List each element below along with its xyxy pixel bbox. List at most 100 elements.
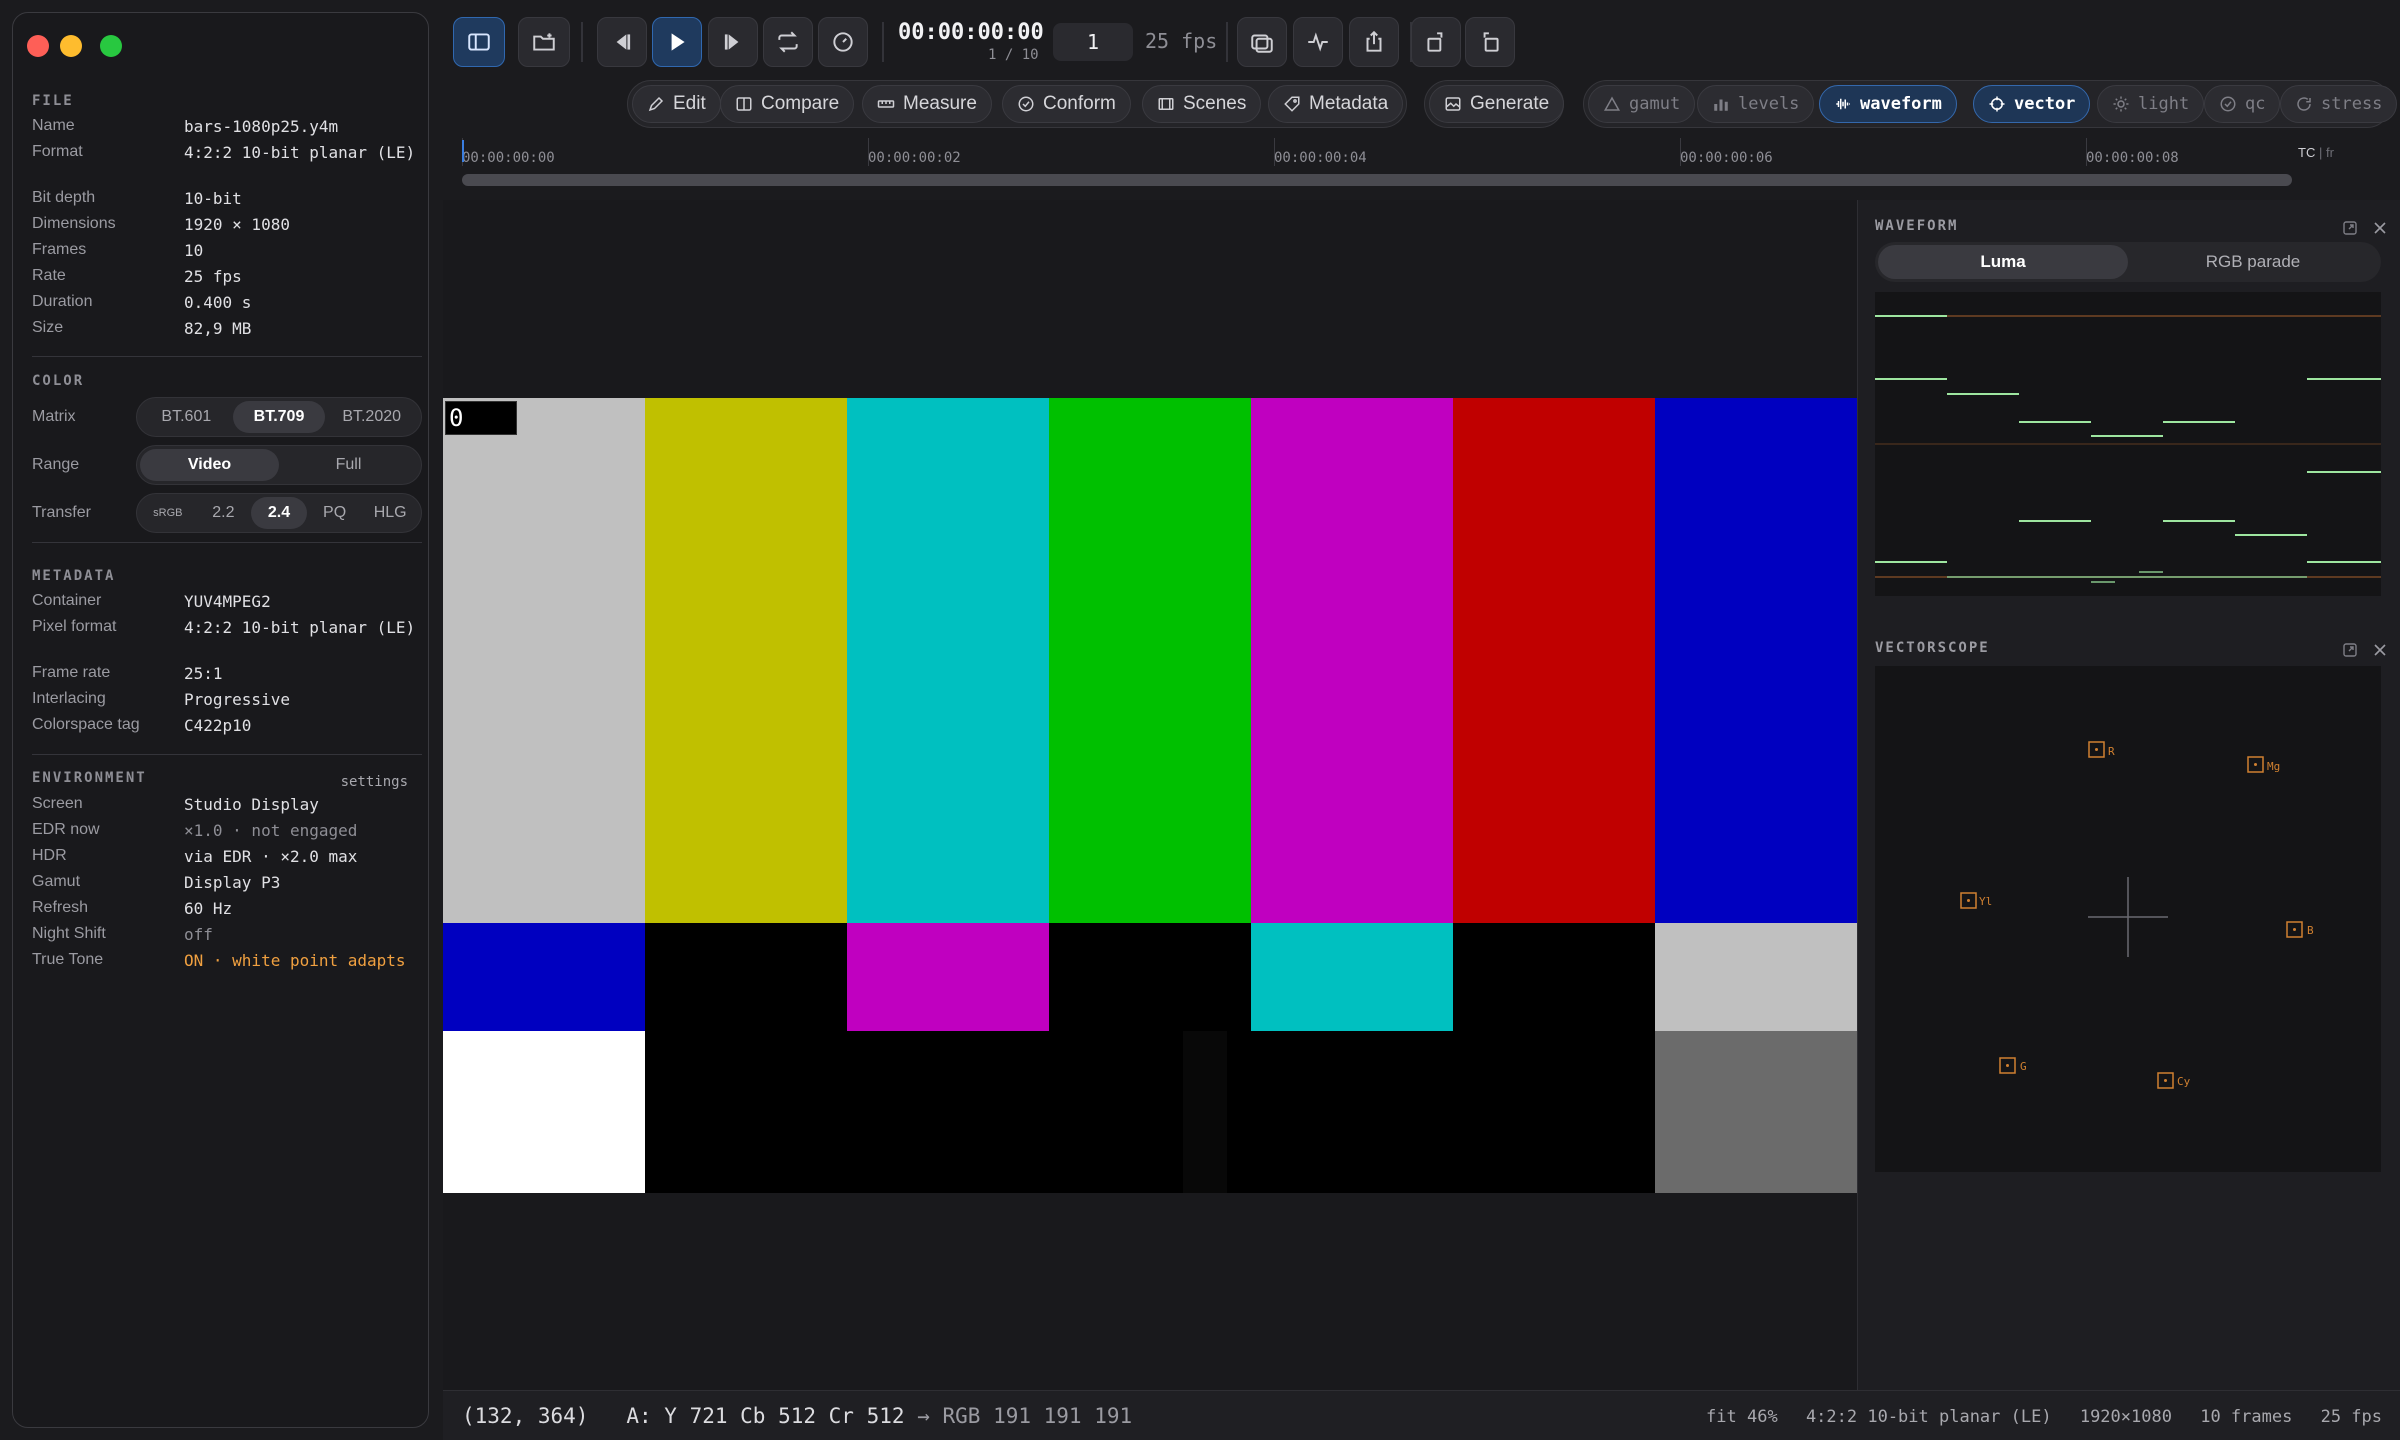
range-option-video[interactable]: Video [140, 449, 279, 481]
rotate-right-button[interactable] [1411, 17, 1461, 67]
compare-tab-label: Compare [761, 93, 840, 114]
frames-mode[interactable]: fr [2326, 145, 2334, 160]
toolbar-separator [1226, 22, 1228, 62]
transfer-option-pq[interactable]: PQ [307, 497, 363, 529]
metadata-row-value: Progressive [184, 690, 290, 709]
transfer-option-srgb[interactable]: sRGB [140, 497, 196, 529]
vectorscope-close-button[interactable] [2370, 640, 2390, 660]
play-button[interactable] [652, 17, 702, 67]
playhead[interactable] [462, 140, 464, 162]
matrix-option-bt2020[interactable]: BT.2020 [325, 401, 418, 433]
transfer-option-2-4[interactable]: 2.4 [251, 497, 307, 529]
waveform-mode-luma[interactable]: Luma [1878, 245, 2128, 279]
video-frame[interactable]: 0 [443, 398, 1857, 1193]
color-bar [1049, 923, 1252, 1031]
compare-tab[interactable]: Compare [720, 85, 855, 123]
file-row: Bit depth 10-bit [32, 189, 422, 215]
matrix-option-bt601[interactable]: BT.601 [140, 401, 233, 433]
measure-tab[interactable]: Measure [862, 85, 992, 123]
overlays-group: gamut levels waveform vector light qc st… [1583, 80, 2398, 128]
target-b: B [2286, 921, 2314, 938]
step-forward-icon [724, 34, 739, 50]
zoom-window-button[interactable] [100, 35, 122, 57]
environment-settings-link[interactable]: settings [341, 774, 408, 790]
vector-toggle[interactable]: vector [1973, 85, 2091, 123]
share-button[interactable] [1349, 17, 1399, 67]
sun-icon [2113, 96, 2129, 112]
compare-view-button[interactable] [1237, 17, 1287, 67]
rotate-left-icon [1483, 32, 1499, 52]
range-option-full[interactable]: Full [279, 449, 418, 481]
status-info: fit 46% 4:2:2 10-bit planar (LE) 1920×10… [1688, 1407, 2382, 1427]
rotate-left-button[interactable] [1465, 17, 1515, 67]
sidebar-toggle-button[interactable] [453, 17, 505, 67]
edit-tab[interactable]: Edit [632, 85, 721, 123]
frame-number-field[interactable]: 1 [1053, 23, 1133, 61]
luma-traces [1875, 315, 2381, 583]
range-control: Range Video Full [32, 445, 422, 485]
section-divider [32, 356, 422, 357]
transfer-option-2-2[interactable]: 2.2 [196, 497, 252, 529]
conform-tab[interactable]: Conform [1002, 85, 1131, 123]
vectorscope-popout-button[interactable] [2340, 640, 2360, 660]
gamut-toggle[interactable]: gamut [1588, 85, 1696, 123]
status-fps: 25 fps [2320, 1407, 2382, 1427]
speed-button[interactable] [818, 17, 868, 67]
metadata-row-key: Pixel format [32, 618, 117, 635]
timeline-scrubber[interactable] [462, 174, 2292, 186]
color-bar [1453, 398, 1656, 923]
generate-button[interactable]: Generate [1429, 85, 1565, 123]
waveform-mode-rgb-parade[interactable]: RGB parade [2128, 245, 2378, 279]
matrix-control: Matrix BT.601 BT.709 BT.2020 [32, 397, 422, 437]
pixel-readout: (132, 364) A: Y 721 Cb 512 Cr 512 → RGB … [462, 1404, 1132, 1428]
file-row: Dimensions 1920 × 1080 [32, 215, 422, 241]
waveform-title: WAVEFORM [1875, 218, 1959, 234]
metadata-row: Interlacing Progressive [32, 690, 422, 716]
rgb-sample: RGB 191 191 191 [942, 1404, 1133, 1428]
minimize-window-button[interactable] [60, 35, 82, 57]
levels-toggle[interactable]: levels [1697, 85, 1815, 123]
edit-tab-label: Edit [673, 93, 706, 114]
waveform-close-button[interactable] [2370, 218, 2390, 238]
matrix-option-bt709[interactable]: BT.709 [232, 401, 326, 433]
environment-row: Gamut Display P3 [32, 873, 422, 899]
metadata-row-key: Interlacing [32, 690, 106, 707]
transfer-option-hlg[interactable]: HLG [362, 497, 418, 529]
target-dot [2164, 1079, 2167, 1082]
metadata-tab[interactable]: Metadata [1268, 85, 1404, 123]
scenes-tab[interactable]: Scenes [1142, 85, 1262, 123]
waveform-label: waveform [1860, 94, 1942, 114]
environment-row-value: Studio Display [184, 795, 319, 814]
film-icon [1158, 98, 1174, 110]
transfer-segmented: sRGB 2.2 2.4 PQ HLG [136, 493, 422, 533]
close-icon [2374, 222, 2386, 234]
metadata-row-value: 4:2:2 10-bit planar (LE) [184, 618, 416, 637]
tc-mode[interactable]: TC [2298, 145, 2315, 160]
waveform-toggle[interactable]: waveform [1819, 85, 1957, 123]
stress-toggle[interactable]: stress [2280, 85, 2398, 123]
step-back-button[interactable] [597, 17, 647, 67]
zoom-fit[interactable]: fit 46% [1706, 1407, 1778, 1427]
color-section-title: COLOR [32, 373, 85, 389]
file-row-key: Bit depth [32, 189, 96, 206]
waveform-popout-button[interactable] [2340, 218, 2360, 238]
measure-tab-label: Measure [903, 93, 977, 114]
timecode-mode-toggle[interactable]: TC | fr [2298, 145, 2334, 160]
file-row-value: 25 fps [184, 267, 242, 286]
loop-button[interactable] [763, 17, 813, 67]
step-forward-button[interactable] [708, 17, 758, 67]
light-toggle[interactable]: light [2097, 85, 2205, 123]
open-file-button[interactable] [518, 17, 570, 67]
close-window-button[interactable] [27, 35, 49, 57]
activity-button[interactable] [1293, 17, 1343, 67]
qc-toggle[interactable]: qc [2204, 85, 2281, 123]
environment-row: EDR now ×1.0 · not engaged [32, 821, 422, 847]
timeline[interactable]: 00:00:00:00 00:00:00:02 00:00:00:04 00:0… [456, 138, 2386, 198]
color-bar [1655, 923, 1857, 1031]
main-tools-group: Edit Compare Measure Conform Scenes Meta… [627, 80, 1407, 128]
environment-row-value: via EDR · ×2.0 max [184, 847, 358, 866]
color-bar [1655, 398, 1857, 923]
color-bar [645, 398, 848, 923]
share-icon [1366, 30, 1382, 52]
generate-label: Generate [1470, 93, 1550, 114]
